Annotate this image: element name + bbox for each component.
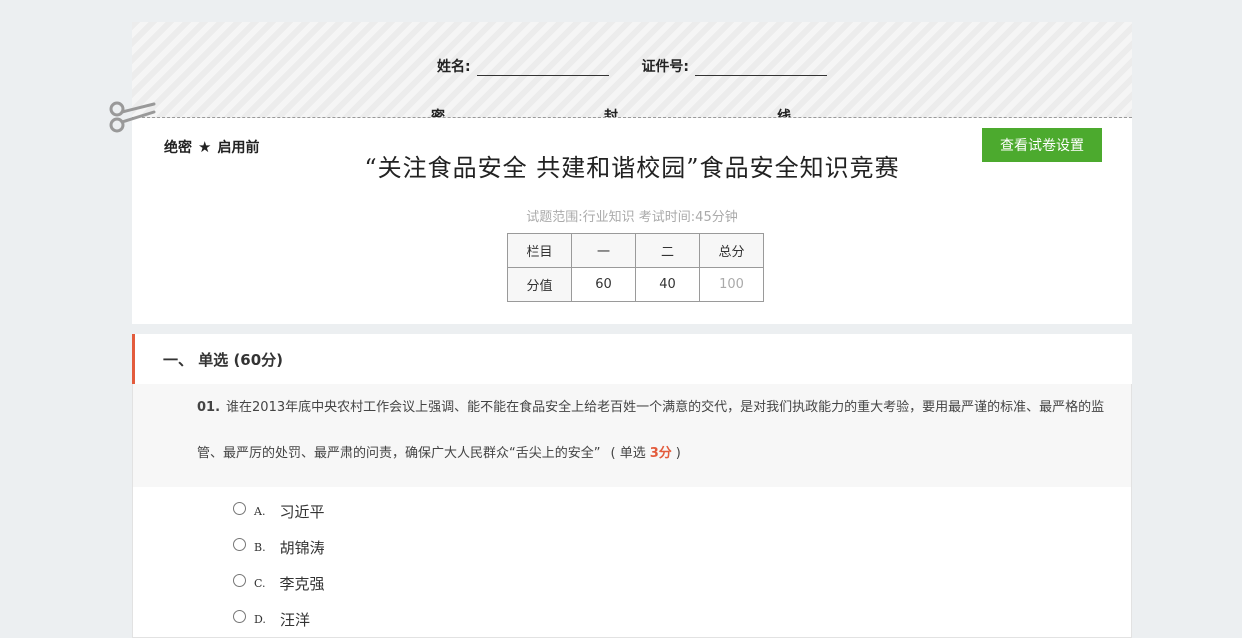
- score-cell: 60: [571, 267, 636, 302]
- score-table-value-row: 分值 60 40 100: [507, 267, 764, 302]
- score-cell: 栏目: [507, 233, 572, 268]
- section-title: 一、 单选 (60分): [163, 351, 284, 369]
- radio-button[interactable]: [233, 609, 246, 623]
- score-cell: 总分: [699, 233, 764, 268]
- option-text: 胡锦涛: [279, 538, 325, 557]
- scissors-icon: [109, 101, 156, 133]
- section-header: 一、 单选 (60分): [132, 334, 1132, 384]
- question-type-close: ): [675, 446, 681, 461]
- question-block: 01. 谁在2013年底中央农村工作会议上强调、能不能在食品安全上给老百姓一个满意…: [132, 373, 1132, 638]
- option-b[interactable]: B. 胡锦涛: [233, 529, 1131, 565]
- exam-header: 绝密 ★ 启用前 查看试卷设置 “关注食品安全 共建和谐校园”食品安全知识竞赛 试题…: [132, 118, 1132, 324]
- question-number: 01.: [197, 400, 221, 415]
- seal-char: 封: [604, 109, 618, 117]
- option-text: 习近平: [279, 502, 325, 521]
- exam-sheet: 姓名: 证件号: 密 封 线 绝密 ★ 启用前 查看试卷设置 “关注食品安全 共建和…: [132, 22, 1132, 638]
- name-line: [476, 57, 609, 76]
- score-table: 栏目 一 二 总分 分值 60 40 100: [507, 233, 764, 302]
- score-cell: 分值: [507, 267, 572, 302]
- id-label: 证件号:: [641, 59, 690, 75]
- question-points: 3分: [649, 446, 672, 461]
- seal-char: 密: [431, 109, 445, 117]
- option-text: 李克强: [279, 574, 325, 593]
- option-a[interactable]: A. 习近平: [233, 493, 1131, 529]
- score-cell: 100: [699, 267, 764, 302]
- score-cell: 一: [571, 233, 636, 268]
- exam-meta: 试题范围:行业知识 考试时间:45分钟: [526, 210, 738, 225]
- score-table-header-row: 栏目 一 二 总分: [507, 233, 764, 268]
- question-type-open: ( 单选: [610, 446, 646, 461]
- option-text: 汪洋: [279, 610, 310, 629]
- radio-button[interactable]: [233, 537, 246, 551]
- id-line: [695, 57, 828, 76]
- name-label: 姓名:: [436, 59, 471, 75]
- option-d[interactable]: D. 汪洋: [233, 601, 1131, 637]
- question-stem: 01. 谁在2013年底中央农村工作会议上强调、能不能在食品安全上给老百姓一个满意…: [133, 373, 1131, 487]
- score-cell: 二: [635, 233, 700, 268]
- seal-char: 线: [777, 109, 791, 117]
- option-letter: B.: [254, 540, 266, 554]
- option-list: A. 习近平 B. 胡锦涛 C. 李克强 D. 汪洋: [133, 487, 1131, 637]
- radio-button[interactable]: [233, 573, 246, 587]
- option-letter: C.: [254, 576, 266, 590]
- radio-button[interactable]: [233, 501, 246, 515]
- seal-line-text: 密 封 线: [132, 106, 1132, 117]
- option-letter: D.: [254, 612, 266, 626]
- option-c[interactable]: C. 李克强: [233, 565, 1131, 601]
- candidate-id-row: 姓名: 证件号:: [132, 56, 1132, 76]
- exam-title: “关注食品安全 共建和谐校园”食品安全知识竞赛: [364, 154, 900, 182]
- option-letter: A.: [254, 504, 266, 518]
- score-cell: 40: [635, 267, 700, 302]
- binding-area: 姓名: 证件号: 密 封 线: [132, 22, 1132, 118]
